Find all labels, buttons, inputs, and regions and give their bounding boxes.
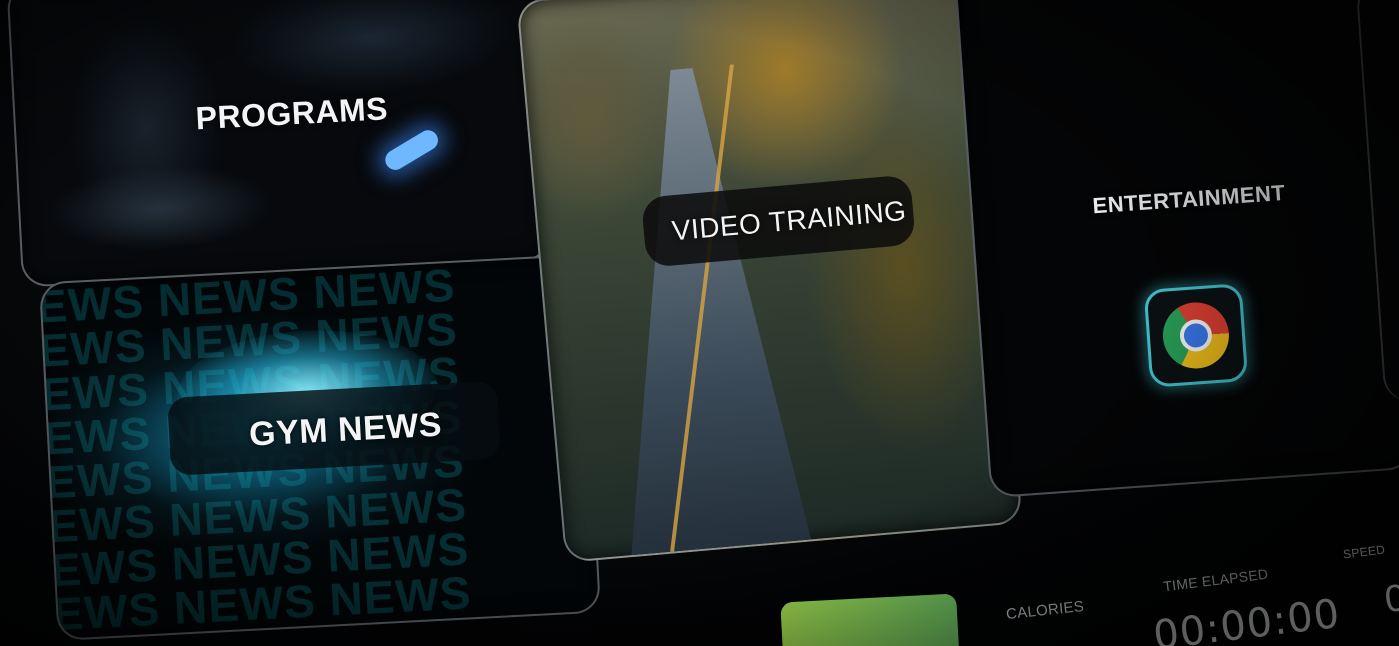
entertainment-label: ENTERTAINMENT bbox=[1091, 179, 1287, 219]
speed-label: SPEED bbox=[1342, 542, 1386, 562]
speed-value: 0 bbox=[1382, 576, 1399, 622]
entertainment-tile[interactable]: ENTERTAINMENT bbox=[954, 0, 1399, 499]
chrome-app-button[interactable] bbox=[1143, 283, 1249, 388]
video-training-tile[interactable]: VIDEO TRAINING bbox=[516, 0, 1023, 563]
equipment-light bbox=[381, 126, 442, 174]
programs-tile[interactable]: PROGRAMS bbox=[6, 0, 551, 288]
chrome-icon-ring bbox=[1178, 318, 1214, 353]
programs-label: PROGRAMS bbox=[194, 90, 389, 137]
calories-label: CALORIES bbox=[1005, 597, 1085, 624]
road-image bbox=[565, 60, 829, 563]
chrome-icon bbox=[1160, 300, 1232, 371]
chrome-icon-core bbox=[1183, 322, 1209, 349]
time-elapsed-label: TIME ELAPSED bbox=[1162, 565, 1270, 595]
time-elapsed-value: 00:00:00 bbox=[1150, 590, 1343, 646]
screen: PROGRAMS NEWS NEWS NEWS NEWS NEWS NEWS N… bbox=[0, 0, 1399, 646]
start-button[interactable] bbox=[780, 593, 960, 646]
gym-news-tile[interactable]: NEWS NEWS NEWS NEWS NEWS NEWS NEWS NEWS … bbox=[38, 254, 602, 641]
